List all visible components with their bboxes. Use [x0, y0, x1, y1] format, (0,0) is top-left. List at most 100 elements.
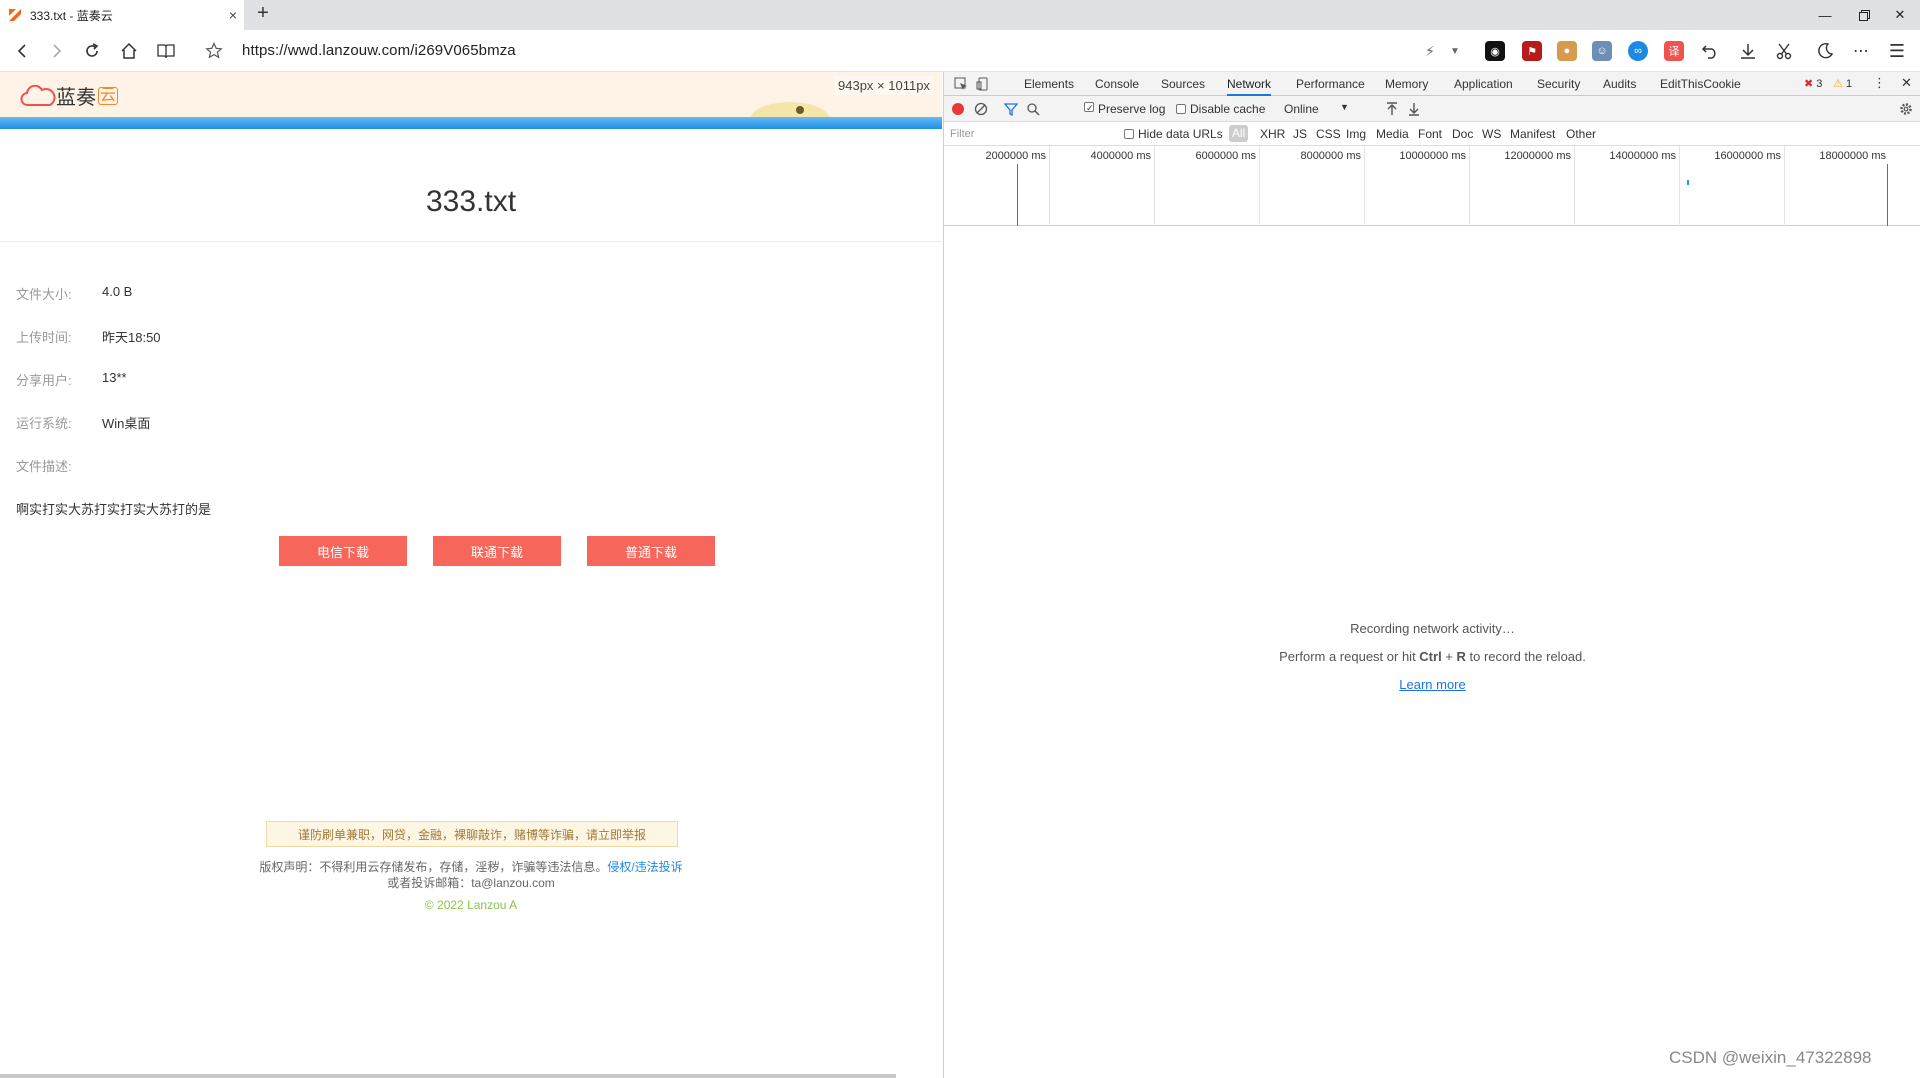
devtools-close-icon[interactable]: ✕ — [1901, 75, 1912, 91]
clear-icon[interactable] — [974, 102, 988, 116]
extension-translate-icon[interactable]: 译 — [1664, 41, 1684, 61]
devtools-tabbar: Elements Console Sources Network Perform… — [944, 72, 1920, 96]
network-overview-timeline[interactable]: 2000000 ms 4000000 ms 6000000 ms 8000000… — [944, 146, 1920, 226]
network-filter-bar: Filter Hide data URLs All XHR JS CSS Img… — [944, 122, 1920, 146]
device-toolbar-icon[interactable] — [976, 77, 990, 91]
extension-shield-icon[interactable]: ⚑ — [1522, 41, 1542, 61]
tab-application[interactable]: Application — [1454, 72, 1513, 96]
tab-security[interactable]: Security — [1537, 72, 1580, 96]
grid-line — [1784, 146, 1785, 226]
timeline-tick: 10000000 ms — [1399, 150, 1466, 162]
grid-line — [1469, 146, 1470, 226]
filter-input[interactable]: Filter — [950, 125, 1110, 143]
preserve-log-checkbox[interactable]: Preserve log — [1084, 102, 1165, 116]
extension-infinity-icon[interactable]: ∞ — [1628, 41, 1648, 61]
tab-elements[interactable]: Elements — [1024, 72, 1074, 96]
info-value: 13** — [102, 370, 127, 385]
night-mode-icon[interactable] — [1813, 39, 1837, 63]
filter-css[interactable]: CSS — [1316, 127, 1341, 141]
bookmark-star-icon[interactable] — [202, 39, 226, 63]
hamburger-menu-icon[interactable]: ☰ — [1885, 39, 1909, 63]
download-icon[interactable] — [1736, 39, 1760, 63]
filter-font[interactable]: Font — [1418, 127, 1442, 141]
site-logo[interactable]: 蓝奏 云 — [20, 81, 119, 110]
record-icon[interactable] — [952, 103, 964, 115]
tab-editthiscookie[interactable]: EditThisCookie — [1660, 72, 1741, 96]
import-har-icon[interactable] — [1386, 102, 1398, 116]
filter-media[interactable]: Media — [1376, 127, 1409, 141]
info-key: 文件大小: — [16, 287, 72, 302]
filter-other[interactable]: Other — [1566, 127, 1596, 141]
undo-icon[interactable] — [1698, 39, 1722, 63]
devtools-more-icon[interactable]: ⋮ — [1873, 75, 1886, 91]
info-row-description: 文件描述: — [16, 456, 102, 475]
footer-copyright: © 2022 Lanzou A — [424, 898, 518, 912]
tab-close-icon[interactable]: × — [222, 7, 244, 23]
tab-console[interactable]: Console — [1095, 72, 1139, 96]
tab-performance[interactable]: Performance — [1296, 72, 1365, 96]
back-icon[interactable] — [10, 39, 34, 63]
hide-data-urls-checkbox[interactable]: Hide data URLs — [1124, 127, 1223, 141]
inspect-element-icon[interactable] — [954, 77, 968, 91]
unicom-download-button[interactable]: 联通下载 — [433, 536, 561, 566]
tab-network[interactable]: Network — [1227, 72, 1272, 96]
chevron-down-icon[interactable]: ▼ — [1443, 39, 1467, 63]
report-link[interactable]: 侵权/违法投诉 — [607, 860, 682, 874]
filter-img[interactable]: Img — [1346, 127, 1366, 141]
reload-icon[interactable] — [80, 39, 104, 63]
close-window-icon[interactable]: ✕ — [1878, 0, 1920, 30]
throttling-select[interactable]: Online ▼ — [1284, 102, 1364, 116]
info-value: 昨天18:50 — [102, 330, 161, 345]
grid-line — [1679, 146, 1680, 226]
warning-count: 1 — [1845, 78, 1853, 90]
info-key: 文件描述: — [16, 459, 72, 474]
extension-mask-icon[interactable]: ◉ — [1485, 41, 1505, 61]
reading-mode-icon[interactable] — [154, 39, 178, 63]
tab-memory[interactable]: Memory — [1385, 72, 1428, 96]
normal-download-button[interactable]: 普通下载 — [587, 536, 715, 566]
copyright-text: 版权声明：不得利用云存储发布，存储，淫秽，诈骗等违法信息。 — [259, 860, 608, 874]
browser-toolbar: https://wwd.lanzouw.com/i269V065bmza ⚡ ▼… — [0, 30, 1920, 72]
error-counter[interactable]: ✖ 3 — [1804, 77, 1822, 90]
filter-manifest[interactable]: Manifest — [1510, 127, 1555, 141]
extension-face-icon[interactable]: ☺ — [1592, 41, 1612, 61]
hide-data-urls-label: Hide data URLs — [1138, 127, 1223, 141]
lightning-icon[interactable]: ⚡ — [1418, 39, 1442, 63]
filter-ws[interactable]: WS — [1482, 127, 1501, 141]
grid-line — [1259, 146, 1260, 226]
extension-cookie-icon[interactable]: ● — [1557, 41, 1577, 61]
tab-sources[interactable]: Sources — [1161, 72, 1205, 96]
report-email: 或者投诉邮箱：ta@lanzou.com — [387, 876, 555, 890]
more-menu-icon[interactable]: ⋯ — [1849, 39, 1873, 63]
new-tab-button[interactable]: + — [252, 3, 274, 25]
info-row-sharer: 分享用户: 13** — [16, 370, 127, 389]
filter-doc[interactable]: Doc — [1452, 127, 1473, 141]
horizontal-scrollbar[interactable] — [0, 1074, 896, 1078]
warning-counter[interactable]: ⚠ 1 — [1833, 77, 1852, 90]
search-icon[interactable] — [1026, 102, 1040, 116]
hint-key-ctrl: Ctrl — [1419, 649, 1442, 664]
minimize-icon[interactable]: — — [1803, 0, 1847, 30]
screenshot-cut-icon[interactable] — [1772, 39, 1796, 63]
empty-state-hint: Perform a request or hit Ctrl + R to rec… — [944, 649, 1920, 664]
telecom-download-button[interactable]: 电信下载 — [279, 536, 407, 566]
disable-cache-checkbox[interactable]: Disable cache — [1176, 102, 1265, 116]
learn-more-link[interactable]: Learn more — [1399, 677, 1465, 692]
fraud-warning: 谨防刷单兼职，网贷，金融，裸聊敲诈，赌博等诈骗，请立即举报 — [266, 821, 678, 847]
tab-audits[interactable]: Audits — [1603, 72, 1636, 96]
filter-js[interactable]: JS — [1293, 127, 1307, 141]
logo-text: 蓝奏 — [56, 87, 96, 109]
browser-tab[interactable]: 333.txt - 蓝奏云 × — [0, 0, 244, 30]
filter-all[interactable]: All — [1229, 125, 1249, 142]
filter-xhr[interactable]: XHR — [1260, 127, 1285, 141]
address-bar[interactable]: https://wwd.lanzouw.com/i269V065bmza — [242, 42, 516, 59]
info-row-os: 运行系统: Win桌面 — [16, 413, 150, 432]
export-har-icon[interactable] — [1408, 102, 1420, 116]
copyright-notice: 版权声明：不得利用云存储发布，存储，淫秽，诈骗等违法信息。侵权/违法投诉 — [0, 858, 942, 875]
site-header: 蓝奏 云 943px × 1011px — [0, 72, 942, 120]
forward-icon[interactable] — [45, 39, 69, 63]
filter-icon[interactable] — [1004, 102, 1018, 116]
home-icon[interactable] — [117, 39, 141, 63]
tab-title: 333.txt - 蓝奏云 — [30, 8, 113, 23]
settings-gear-icon[interactable] — [1899, 102, 1913, 116]
